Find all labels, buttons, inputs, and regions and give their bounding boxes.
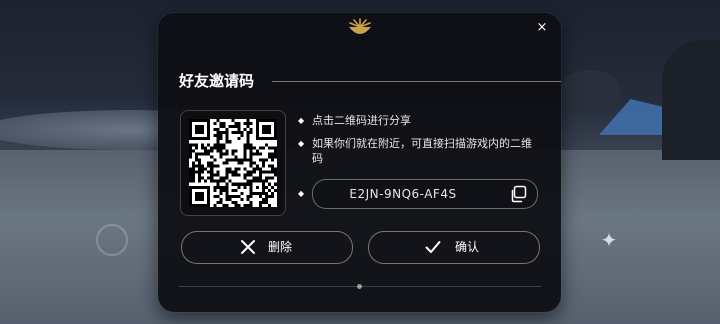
close-icon: × bbox=[536, 20, 548, 35]
tip-scan: ◆ 如果你们就在附近，可直接扫描游戏内的二维码 bbox=[298, 136, 538, 166]
sparkle-icon[interactable]: ✦ bbox=[598, 229, 620, 251]
copy-icon[interactable] bbox=[509, 185, 527, 203]
qr-code-button[interactable] bbox=[180, 110, 286, 216]
dialog-header: 好友邀请码 bbox=[179, 69, 561, 93]
invite-code-field[interactable]: E2JN-9NQ6-AF4S bbox=[312, 179, 538, 209]
diamond-bullet-icon: ◆ bbox=[298, 139, 305, 148]
check-icon bbox=[425, 241, 441, 253]
diamond-bullet-icon: ◆ bbox=[298, 189, 305, 198]
sun-fan-emblem-icon bbox=[349, 18, 371, 34]
tip-share: ◆ 点击二维码进行分享 bbox=[298, 113, 538, 128]
invite-code-dialog: × 好友邀请码 ◆ 点击二维码进行分享 ◆ 如果你们就在附近，可直接扫描游戏内的… bbox=[158, 13, 561, 312]
tips-list: ◆ 点击二维码进行分享 ◆ 如果你们就在附近，可直接扫描游戏内的二维码 bbox=[298, 113, 538, 174]
left-bubble-icon bbox=[96, 224, 128, 256]
footer-dot-icon bbox=[357, 284, 362, 289]
close-button[interactable]: × bbox=[531, 17, 553, 39]
confirm-button-label: 确认 bbox=[455, 240, 480, 254]
hut bbox=[662, 40, 720, 160]
title-divider bbox=[272, 81, 561, 82]
invite-code-text: E2JN-9NQ6-AF4S bbox=[349, 187, 457, 201]
tip-share-text: 点击二维码进行分享 bbox=[312, 114, 411, 127]
rock bbox=[560, 70, 620, 110]
qr-code bbox=[189, 119, 277, 207]
diamond-bullet-icon: ◆ bbox=[298, 116, 305, 125]
delete-button-label: 删除 bbox=[268, 240, 293, 254]
delete-button[interactable]: 删除 bbox=[181, 231, 353, 264]
dialog-title: 好友邀请码 bbox=[179, 72, 255, 90]
invite-code-row: ◆ E2JN-9NQ6-AF4S bbox=[298, 179, 543, 209]
confirm-button[interactable]: 确认 bbox=[368, 231, 540, 264]
x-icon bbox=[241, 240, 255, 254]
tip-scan-text: 如果你们就在附近，可直接扫描游戏内的二维码 bbox=[312, 137, 532, 165]
